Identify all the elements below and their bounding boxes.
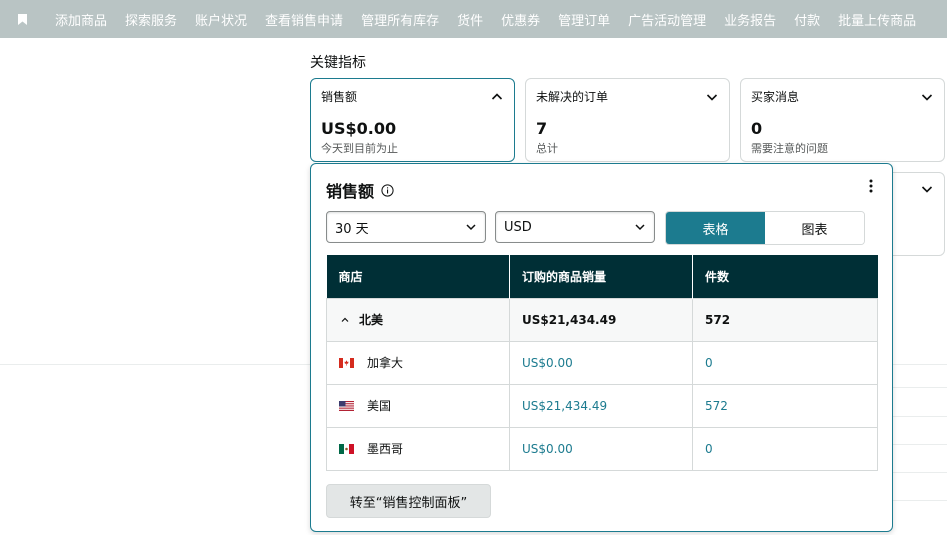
card-label: 销售额: [321, 90, 358, 104]
card-subtitle: 今天到目前为止: [321, 142, 398, 155]
table-row: 加拿大 US$0.00 0: [326, 340, 878, 385]
sales-popover: 销售额 30 天 USD 表格 图表 商店 订购的商品销量 件数 北美 US$2…: [310, 163, 893, 532]
table-view-button[interactable]: 表格: [666, 212, 765, 244]
divider: [890, 444, 947, 445]
chevron-down-icon[interactable]: [705, 90, 719, 104]
mexico-flag-icon: [339, 443, 354, 454]
buyer-messages-metric-card[interactable]: 买家消息 0 需要注意的问题: [740, 78, 945, 162]
store-sales[interactable]: US$0.00: [509, 340, 693, 385]
store-units[interactable]: 0: [692, 340, 878, 385]
nav-item-bulk-upload[interactable]: 批量上传商品: [838, 10, 916, 29]
card-label: 买家消息: [751, 90, 800, 104]
currency-select-value: USD: [504, 219, 532, 235]
card-subtitle: 总计: [536, 142, 558, 155]
nav-item-campaign-manager[interactable]: 广告活动管理: [628, 10, 706, 29]
info-icon[interactable]: [381, 183, 394, 197]
divider: [890, 472, 947, 473]
group-units: 572: [692, 297, 878, 342]
card-value: 0: [751, 119, 763, 138]
store-name: 加拿大: [367, 356, 404, 370]
divider: [890, 416, 947, 417]
sales-metric-card[interactable]: 销售额 US$0.00 今天到目前为止: [310, 78, 515, 162]
nav-item-shipments[interactable]: 货件: [457, 10, 483, 29]
go-to-sales-dashboard-button[interactable]: 转至“销售控制面板”: [326, 484, 491, 518]
chart-view-button[interactable]: 图表: [765, 212, 864, 244]
card-value: 7: [536, 119, 548, 138]
chevron-down-icon: [635, 224, 645, 231]
column-header-store[interactable]: 商店: [326, 255, 510, 298]
nav-item-account-health[interactable]: 账户状况: [195, 10, 247, 29]
table-header-row: 商店 订购的商品销量 件数: [326, 255, 878, 298]
nav-item-sales-applications[interactable]: 查看销售申请: [265, 10, 343, 29]
period-select-value: 30 天: [335, 221, 369, 237]
currency-select[interactable]: USD: [495, 211, 655, 243]
period-select[interactable]: 30 天: [326, 211, 486, 243]
nav-item-add-product[interactable]: 添加商品: [55, 10, 107, 29]
nav-item-manage-inventory[interactable]: 管理所有库存: [361, 10, 439, 29]
collapse-caret-icon[interactable]: [341, 316, 349, 324]
more-options-icon[interactable]: [866, 178, 876, 194]
chevron-down-icon[interactable]: [920, 90, 934, 104]
group-name: 北美: [359, 313, 384, 327]
nav-item-explore-services[interactable]: 探索服务: [125, 10, 177, 29]
store-name: 美国: [367, 399, 392, 413]
table-group-row[interactable]: 北美 US$21,434.49 572: [326, 297, 878, 342]
group-sales: US$21,434.49: [509, 297, 693, 342]
divider: [890, 387, 947, 388]
nav-item-business-reports[interactable]: 业务报告: [724, 10, 776, 29]
view-toggle: 表格 图表: [665, 211, 865, 245]
canada-flag-icon: [339, 357, 354, 368]
table-row: 美国 US$21,434.49 572: [326, 383, 878, 428]
divider: [890, 500, 947, 501]
bookmark-icon[interactable]: [13, 10, 31, 28]
store-sales[interactable]: US$0.00: [509, 426, 693, 471]
card-subtitle: 需要注意的问题: [751, 142, 828, 155]
store-name: 墨西哥: [367, 442, 404, 456]
store-units[interactable]: 572: [692, 383, 878, 428]
card-label: 未解决的订单: [536, 90, 609, 104]
chevron-up-icon[interactable]: [490, 90, 504, 104]
open-orders-metric-card[interactable]: 未解决的订单 7 总计: [525, 78, 730, 162]
table-row: 墨西哥 US$0.00 0: [326, 426, 878, 471]
store-sales[interactable]: US$21,434.49: [509, 383, 693, 428]
popover-title: 销售额: [326, 182, 375, 201]
column-header-ordered-sales[interactable]: 订购的商品销量: [509, 255, 693, 298]
store-units[interactable]: 0: [692, 426, 878, 471]
usa-flag-icon: [339, 400, 354, 411]
chevron-down-icon: [466, 224, 476, 231]
nav-item-coupons[interactable]: 优惠券: [501, 10, 540, 29]
top-navigation: 添加商品 探索服务 账户状况 查看销售申请 管理所有库存 货件 优惠券 管理订单…: [0, 0, 947, 38]
sales-table: 商店 订购的商品销量 件数 北美 US$21,434.49 572 加拿大 US…: [326, 255, 878, 471]
card-value: US$0.00: [321, 119, 397, 138]
chevron-down-icon[interactable]: [920, 182, 934, 196]
nav-item-manage-orders[interactable]: 管理订单: [558, 10, 610, 29]
key-metrics-title: 关键指标: [310, 55, 366, 71]
nav-item-payments[interactable]: 付款: [794, 10, 820, 29]
column-header-units[interactable]: 件数: [692, 255, 878, 298]
